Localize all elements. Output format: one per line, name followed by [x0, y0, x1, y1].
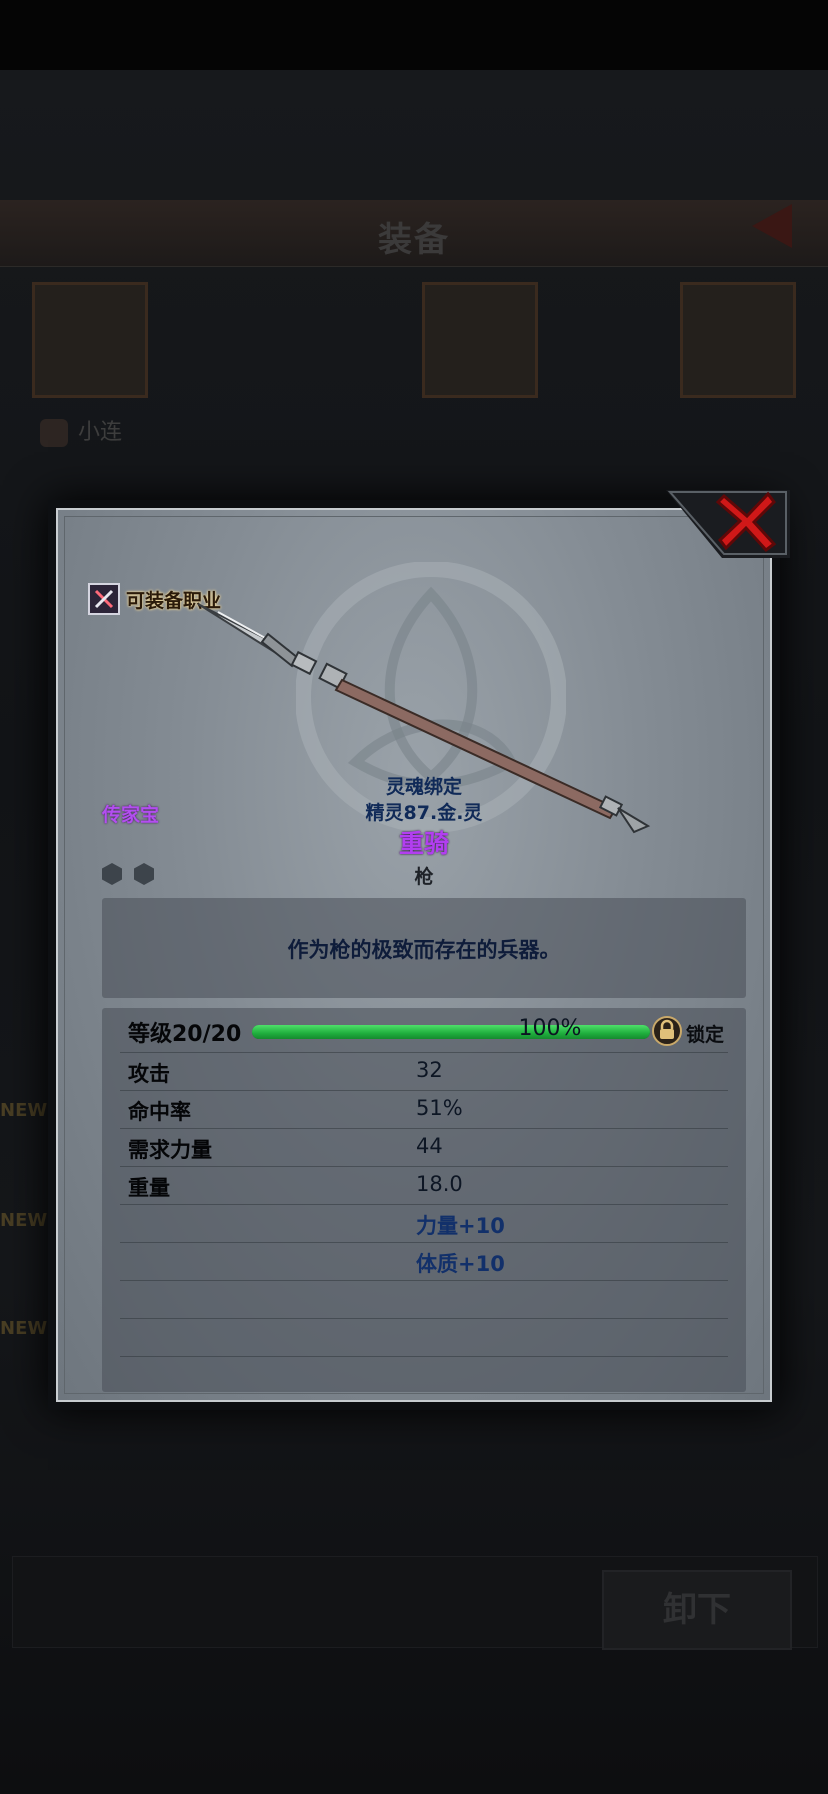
item-description: 作为枪的极致而存在的兵器。 [287, 938, 561, 962]
bonus-row-constitution: 体质+10 [120, 1242, 728, 1281]
stat-row-weight: 重量 18.0 [120, 1166, 728, 1205]
stat-label: 命中率 [128, 1100, 191, 1124]
lock-label[interactable]: 锁定 [686, 1020, 724, 1047]
stat-row-attack: 攻击 32 [120, 1052, 728, 1091]
item-name: 重骑 [398, 829, 449, 858]
item-type: 枪 [414, 866, 434, 888]
stat-value: 18.0 [416, 1172, 463, 1196]
binding-status: 灵魂绑定 [385, 776, 462, 798]
dialog-panel: 可装备职业 传家宝 灵魂绑定 精灵87.金.灵 重骑 枪 作为枪的极致而存在的兵… [56, 508, 772, 1402]
crossed-weapons-icon[interactable] [88, 583, 120, 615]
hexagon-socket-icon [102, 863, 122, 885]
bonus-row-strength: 力量+10 [120, 1204, 728, 1243]
stat-value: 44 [416, 1134, 443, 1158]
equipment-slot-weapon[interactable] [32, 282, 148, 398]
owner-name: 小连 [78, 420, 123, 445]
stat-row-hit-rate: 命中率 51% [120, 1090, 728, 1129]
new-badge: NEW [0, 1210, 48, 1231]
stat-value: 32 [416, 1058, 443, 1082]
stat-row-required-strength: 需求力量 44 [120, 1128, 728, 1167]
close-x-icon[interactable] [714, 488, 780, 554]
item-maker: 精灵87.金.灵 [365, 802, 483, 824]
equipment-slot-armor[interactable] [422, 282, 538, 398]
padlock-icon[interactable] [652, 1016, 682, 1046]
unequip-button[interactable]: 卸下 [602, 1570, 792, 1650]
stat-label: 攻击 [128, 1062, 170, 1086]
item-detail-dialog: 可装备职业 传家宝 灵魂绑定 精灵87.金.灵 重骑 枪 作为枪的极致而存在的兵… [48, 490, 790, 1410]
empty-stat-row [120, 1318, 728, 1357]
owner-name-tag: 小连 [40, 414, 160, 450]
empty-stat-row [120, 1280, 728, 1319]
stat-value: 51% [416, 1096, 463, 1120]
bonus-stat: 体质+10 [416, 1252, 505, 1276]
new-badge: NEW [0, 1318, 48, 1339]
bonus-stat: 力量+10 [416, 1214, 505, 1238]
status-bar [0, 0, 828, 70]
hexagon-socket-icon [134, 863, 154, 885]
equipment-slot-book[interactable] [680, 282, 796, 398]
new-badge: NEW [0, 1100, 48, 1121]
stat-label: 重量 [128, 1176, 170, 1200]
stats-panel: 等级20/20 100% 锁定 攻击 32 命中率 51% 需求力量 44 重量… [102, 1008, 746, 1392]
background-title: 装备 [378, 220, 450, 260]
description-box: 作为枪的极致而存在的兵器。 [102, 898, 746, 998]
owner-avatar-icon [40, 419, 68, 447]
stat-label: 需求力量 [128, 1138, 212, 1162]
back-arrow-icon[interactable] [752, 204, 792, 248]
level-row: 等级20/20 100% 锁定 [120, 1008, 728, 1053]
